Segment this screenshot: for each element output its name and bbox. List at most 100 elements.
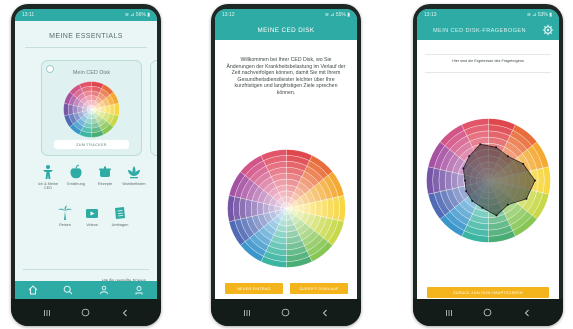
result-point	[468, 155, 471, 158]
wheel-segment	[309, 201, 317, 216]
page-title: MEINE ESSENTIALS	[49, 33, 123, 40]
questionnaire-screen: 13:13 ≋ ⊿ 53% ▮ MEIN CED DISK-FRAGEBOGEN…	[417, 9, 559, 299]
home-circle-icon	[82, 308, 90, 317]
wheel-segment	[320, 199, 328, 218]
android-nav-bar	[413, 299, 563, 326]
result-point	[534, 179, 536, 182]
back-chevron-icon	[525, 309, 530, 316]
bottom-tab-bar	[15, 281, 157, 299]
footer-divider	[23, 269, 149, 270]
wheel-segment	[109, 104, 115, 115]
status-time: 13:12	[222, 12, 235, 18]
wheel-segment	[63, 103, 69, 116]
android-nav-bar	[211, 299, 361, 326]
wheel-segment	[114, 103, 120, 116]
tile-wohlbefinden[interactable]: Wohlbefinden	[121, 164, 147, 194]
question-divider-top	[425, 54, 551, 55]
nav-recents-button[interactable]	[443, 307, 455, 319]
nav-home-button[interactable]	[80, 307, 92, 319]
home-circle-icon	[282, 308, 290, 317]
wheel-segment	[451, 172, 459, 189]
tracker-button[interactable]: ZUM TRACKER	[54, 140, 129, 149]
result-point	[495, 214, 498, 217]
nav-home-button[interactable]	[482, 307, 494, 319]
result-point	[495, 146, 498, 149]
tile-reisen[interactable]: Reisen	[52, 205, 78, 235]
result-point	[463, 179, 466, 182]
status-time: 13:11	[22, 12, 35, 18]
access-disk-history-button[interactable]: ZUGRIFF DISKLAUF	[290, 283, 348, 294]
result-point	[522, 162, 525, 165]
tile-label: Ernährung	[67, 182, 85, 186]
search-icon[interactable]	[63, 285, 73, 295]
status-bar: 13:11 ≋ ⊿ 56% ▮	[15, 9, 157, 21]
home-icon[interactable]	[28, 285, 38, 295]
result-point	[479, 143, 482, 146]
back-chevron-icon	[323, 309, 328, 316]
back-to-disk-main-button[interactable]: ZURÜCK ZUM DISK-HAUPTSCREEN	[427, 287, 549, 298]
ced-disk-wheel	[63, 81, 120, 138]
status-bar: 13:13 ≋ ⊿ 53% ▮	[417, 9, 559, 21]
tile-rezepte[interactable]: Rezepte	[92, 164, 118, 194]
question-divider-bottom	[425, 72, 551, 73]
wheel-segment	[315, 200, 323, 217]
profile-icon[interactable]	[134, 285, 144, 295]
page-title: MEINE CED DISK	[215, 21, 357, 40]
wheel-segment	[536, 167, 545, 194]
result-point	[462, 167, 465, 170]
gear-icon[interactable]	[542, 24, 554, 36]
recents-icon	[43, 309, 50, 316]
status-indicators: ≋ ⊿ 56% ▮	[124, 12, 150, 18]
recents-icon	[243, 309, 250, 316]
tile-videos[interactable]: Videos	[79, 205, 105, 235]
wheel-segment	[239, 197, 247, 220]
nav-back-button[interactable]	[521, 307, 533, 319]
wheel-segment	[262, 203, 270, 214]
result-point	[465, 190, 468, 193]
status-indicators: ≋ ⊿ 55% ▮	[324, 12, 350, 18]
tile-label: Rezepte	[97, 182, 113, 186]
wheel-segment	[68, 104, 74, 115]
ced-disk-card[interactable]: Mein CED Disk ZUM TRACKER	[41, 60, 142, 156]
wheel-segment	[233, 196, 241, 221]
back-chevron-icon	[123, 309, 128, 316]
nav-back-button[interactable]	[319, 307, 331, 319]
recents-icon	[445, 309, 452, 316]
new-entry-button[interactable]: NEUER EINTRAG	[225, 283, 283, 294]
result-point	[525, 197, 528, 200]
home-circle-icon	[484, 308, 492, 317]
result-point	[506, 203, 509, 206]
status-bar: 13:12 ≋ ⊿ 55% ▮	[215, 9, 357, 21]
wheel-segment	[457, 173, 465, 188]
wheel-segment	[444, 170, 453, 191]
nav-home-button[interactable]	[280, 307, 292, 319]
essentials-screen: 13:11 ≋ ⊿ 56% ▮ MEINE ESSENTIALS Mein CE…	[15, 9, 157, 299]
tile-label: Ich & Meine CED	[37, 182, 59, 191]
status-time: 13:13	[424, 12, 437, 18]
video-icon	[86, 209, 98, 218]
wheel-segment	[326, 197, 334, 220]
wheel-segment	[303, 203, 311, 214]
tile-ich-meine-ced[interactable]: Ich & Meine CED	[35, 164, 61, 194]
title-divider	[25, 47, 147, 48]
wheel-segment	[245, 199, 253, 218]
tile-ernaehrung[interactable]: Ernährung	[63, 164, 89, 194]
phone-questionnaire: 13:13 ≋ ⊿ 53% ▮ MEIN CED DISK-FRAGEBOGEN…	[413, 4, 563, 326]
wheel-segment	[250, 200, 258, 217]
nav-recents-button[interactable]	[41, 307, 53, 319]
result-point	[471, 199, 474, 202]
welcome-text: Willkommen bei Ihrer CED Disk, wo Sie Än…	[226, 57, 346, 96]
nav-back-button[interactable]	[119, 307, 131, 319]
tile-label: Videos	[86, 223, 98, 227]
lotus-flower-icon	[128, 166, 140, 179]
people-icon[interactable]	[99, 285, 109, 295]
tile-label: Reisen	[59, 223, 71, 227]
apple-icon	[70, 164, 82, 179]
phone-essentials: 13:11 ≋ ⊿ 56% ▮ MEINE ESSENTIALS Mein CE…	[11, 4, 161, 326]
results-wheel	[426, 118, 551, 243]
tile-umfragen[interactable]: Umfragen	[107, 205, 133, 235]
wheel-segment	[104, 105, 111, 114]
next-card-peek[interactable]	[150, 60, 157, 156]
survey-icon	[115, 207, 125, 219]
nav-recents-button[interactable]	[241, 307, 253, 319]
